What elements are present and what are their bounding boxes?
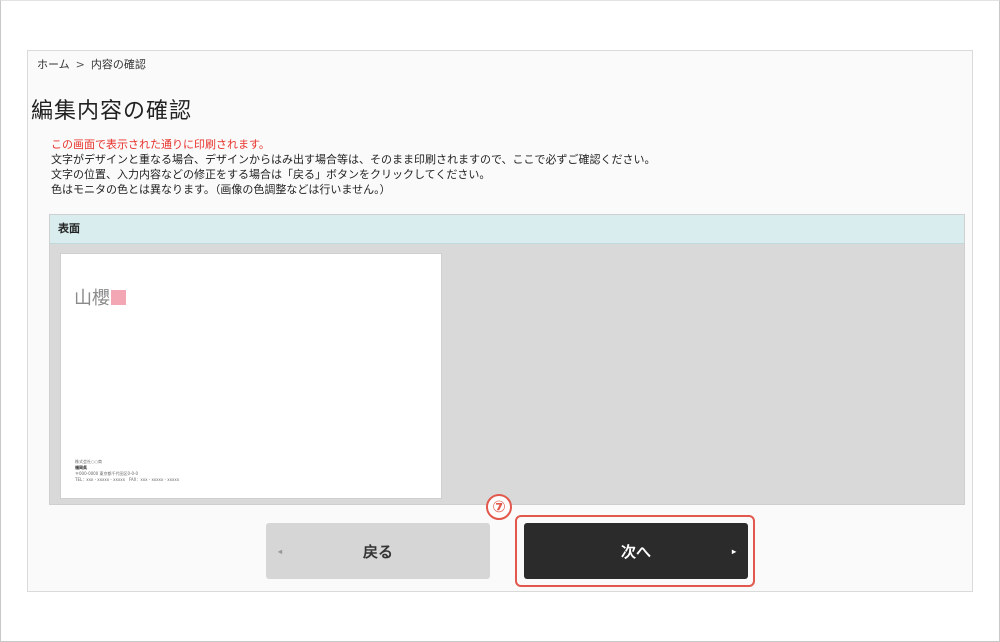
card-logo-name: 山櫻 [74,284,126,310]
breadcrumb-home-link[interactable]: ホーム [37,58,70,71]
chevron-left-icon: ◂ [278,547,283,556]
next-button-label: 次へ [620,543,651,561]
chevron-right-icon: ▸ [731,547,736,556]
card-name-text: 山櫻 [74,288,110,309]
card-contact: TEL：xxx - xxxxx - xxxxx FAX：xxx - xxxxx … [75,477,180,482]
notice-line-color: 色はモニタの色とは異なります。（画像の色調整などは行いません。） [51,183,391,196]
preview-panel: 表面 山櫻 株式会社○○商 福岡県 〒000-0000 東京都千代田区0-0-0… [49,214,965,505]
breadcrumb-current: 内容の確認 [90,58,146,71]
notice-line-edit: 文字の位置、入力内容などの修正をする場合は「戻る」ボタンをクリックしてください。 [51,168,491,181]
notice-block: この画面で表示された通りに印刷されます。 文字がデザインと重なる場合、デザインか… [51,137,656,197]
back-button[interactable]: ◂ 戻る [266,523,490,579]
next-button[interactable]: 次へ ▸ [524,523,748,579]
card-details: 株式会社○○商 福岡県 〒000-0000 東京都千代田区0-0-0 TEL：x… [75,459,179,483]
business-card-preview: 山櫻 株式会社○○商 福岡県 〒000-0000 東京都千代田区0-0-0 TE… [60,253,442,499]
breadcrumb-separator: > [75,58,85,71]
step-number-badge: ⑦ [486,494,512,520]
print-warning-text: この画面で表示された通りに印刷されます。 [51,138,270,151]
page-title: 編集内容の確認 [31,99,193,124]
breadcrumb: ホーム > 内容の確認 [37,56,146,72]
back-button-label: 戻る [362,543,393,561]
notice-line-overlap: 文字がデザインと重なる場合、デザインからはみ出す場合等は、そのまま印刷されますの… [51,153,656,166]
preview-panel-header: 表面 [50,215,964,244]
card-accent-square [111,290,126,305]
